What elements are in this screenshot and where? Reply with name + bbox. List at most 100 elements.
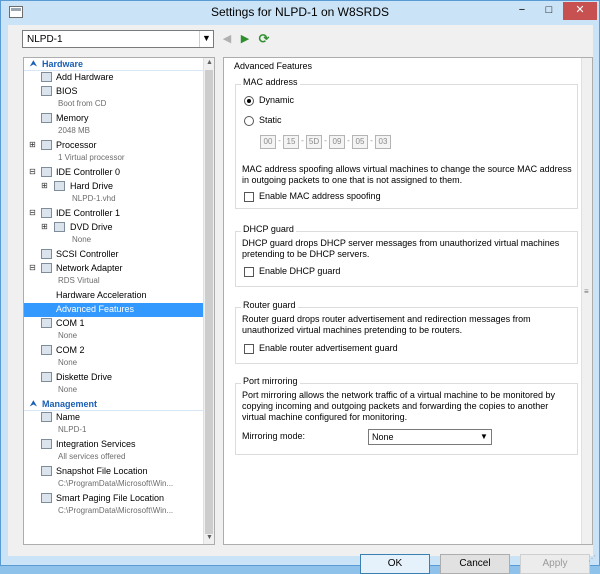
mac-octet-input[interactable]: 09	[329, 135, 345, 149]
hard-drive-icon	[54, 181, 65, 191]
tree-item-hardware-acceleration[interactable]: Hardware Acceleration	[24, 289, 203, 303]
port-mirroring-description-line-2: copying incoming and outgoing packets an…	[242, 401, 549, 411]
tree-item-diskette-drive[interactable]: Diskette Drive None	[24, 371, 203, 398]
mac-octet-separator: -	[370, 136, 373, 145]
tree-scrollbar[interactable]: ▲ ▼	[203, 58, 214, 544]
minimize-button[interactable]: −	[509, 2, 535, 20]
maximize-button[interactable]: □	[536, 2, 562, 20]
diskette-icon	[41, 372, 52, 382]
dhcp-guard-group-label: DHCP guard	[241, 224, 296, 234]
settings-tree: ⮝ Hardware Add Hardware BIOS Boot from C…	[23, 57, 215, 545]
cancel-button[interactable]: Cancel	[440, 554, 510, 574]
mac-octet-input[interactable]: 05	[352, 135, 368, 149]
category-hardware[interactable]: ⮝ Hardware	[24, 58, 203, 71]
mac-octet-separator: -	[278, 136, 281, 145]
tree-item-label: IDE Controller 1	[56, 208, 121, 218]
tree-item-smart-paging-file-location[interactable]: Smart Paging File Location C:\ProgramDat…	[24, 492, 203, 519]
ok-button[interactable]: OK	[360, 554, 430, 574]
chevron-down-icon[interactable]: ▼	[199, 31, 213, 47]
tree-item-label: Processor	[56, 140, 97, 150]
tree-item-label: Integration Services	[56, 439, 136, 449]
vm-selector[interactable]: NLPD-1 ▼	[22, 30, 214, 48]
router-guard-checkbox[interactable]	[244, 344, 254, 354]
tree-item-label: Add Hardware	[56, 72, 114, 82]
vm-selector-value: NLPD-1	[27, 34, 63, 45]
collapse-minus-icon[interactable]: ⊟	[29, 167, 36, 176]
close-button[interactable]: ✕	[563, 2, 597, 20]
tree-item-label: Smart Paging File Location	[56, 493, 165, 503]
mirroring-mode-select[interactable]: None ▼	[368, 429, 492, 445]
tree-item-label: Hardware Acceleration	[56, 290, 147, 300]
tree-item-hard-drive[interactable]: ⊞ Hard Drive NLPD-1.vhd	[24, 180, 203, 207]
tree-item-memory[interactable]: Memory 2048 MB	[24, 112, 203, 139]
dynamic-radio[interactable]	[244, 96, 254, 106]
tree-item-detail: 1 Virtual processor	[58, 153, 125, 162]
mac-octet-input[interactable]: 00	[260, 135, 276, 149]
tree-item-integration-services[interactable]: Integration Services All services offere…	[24, 438, 203, 465]
tree-item-detail: RDS Virtual	[58, 276, 100, 285]
category-management[interactable]: ⮝ Management	[24, 398, 203, 411]
tree-item-processor[interactable]: ⊞ Processor 1 Virtual processor	[24, 139, 203, 166]
refresh-icon[interactable]: ⟳	[257, 32, 271, 46]
port-mirroring-description-line-3: virtual machine configured for monitorin…	[242, 412, 408, 422]
dhcp-guard-checkbox[interactable]	[244, 267, 254, 277]
tree-item-label: Hard Drive	[70, 181, 114, 191]
mac-spoofing-description-line-2: in outgoing packets to one that is not a…	[242, 175, 463, 185]
tree-item-name[interactable]: Name NLPD-1	[24, 411, 203, 438]
tree-item-advanced-features[interactable]: Advanced Features	[24, 303, 203, 317]
collapse-chevron-icon[interactable]: ⮝	[30, 399, 37, 409]
chevron-down-icon[interactable]: ▼	[477, 430, 491, 444]
tree-item-ide-controller-0[interactable]: ⊟ IDE Controller 0	[24, 166, 203, 180]
apply-button[interactable]: Apply	[520, 554, 590, 574]
collapse-minus-icon[interactable]: ⊟	[29, 263, 36, 272]
mac-spoofing-checkbox[interactable]	[244, 192, 254, 202]
mac-address-group-label: MAC address	[241, 77, 300, 87]
com-port-icon	[41, 345, 52, 355]
port-mirroring-group: Port mirroring Port mirroring allows the…	[235, 376, 578, 455]
dhcp-guard-checkbox-label: Enable DHCP guard	[259, 266, 341, 276]
mac-octet-input[interactable]: 03	[375, 135, 391, 149]
tree-item-dvd-drive[interactable]: ⊞ DVD Drive None	[24, 221, 203, 248]
tree-item-com-1[interactable]: COM 1 None	[24, 317, 203, 344]
scroll-grip-icon[interactable]: ≡	[584, 287, 589, 296]
tree-item-detail: 2048 MB	[58, 126, 91, 135]
tree-item-bios[interactable]: BIOS Boot from CD	[24, 85, 203, 112]
tree-item-detail: None	[58, 385, 78, 394]
resize-grip-icon[interactable]: ⋰	[588, 554, 596, 563]
tree-item-com-2[interactable]: COM 2 None	[24, 344, 203, 371]
scroll-down-icon[interactable]: ▼	[206, 534, 213, 541]
tree-item-ide-controller-1[interactable]: ⊟ IDE Controller 1	[24, 207, 203, 221]
tree-item-scsi-controller[interactable]: SCSI Controller	[24, 248, 203, 262]
tree-item-snapshot-file-location[interactable]: Snapshot File Location C:\ProgramData\Mi…	[24, 465, 203, 492]
port-mirroring-description-line-1: Port mirroring allows the network traffi…	[242, 390, 555, 400]
expand-plus-icon[interactable]: ⊞	[41, 222, 48, 231]
title-bar[interactable]: Settings for NLPD-1 on W8SRDS − □ ✕	[1, 1, 599, 25]
mac-spoofing-description-line-1: MAC address spoofing allows virtual mach…	[242, 164, 572, 174]
collapse-chevron-icon[interactable]: ⮝	[30, 59, 37, 69]
router-guard-group-label: Router guard	[241, 300, 298, 310]
settings-window: Settings for NLPD-1 on W8SRDS − □ ✕ NLPD…	[0, 0, 600, 574]
category-management-label: Management	[42, 399, 98, 409]
expand-plus-icon[interactable]: ⊞	[41, 181, 48, 190]
forward-arrow-icon[interactable]: ▶	[238, 32, 252, 46]
panel-scrollbar[interactable]: ≡	[581, 58, 592, 544]
tree-item-label: Memory	[56, 113, 89, 123]
tree-item-label: Name	[56, 412, 81, 422]
mac-octet-input[interactable]: 15	[283, 135, 299, 149]
tree-scroll-thumb[interactable]	[205, 70, 213, 534]
tree-item-network-adapter[interactable]: ⊟ Network Adapter RDS Virtual	[24, 262, 203, 289]
com-port-icon	[41, 318, 52, 328]
scroll-up-icon[interactable]: ▲	[206, 59, 213, 66]
panel-title: Advanced Features	[234, 61, 313, 71]
tree-item-label: Advanced Features	[56, 304, 135, 314]
tree-item-add-hardware[interactable]: Add Hardware	[24, 71, 203, 85]
mac-octet-input[interactable]: 5D	[306, 135, 322, 149]
tree-item-label: IDE Controller 0	[56, 167, 121, 177]
tree-item-detail: None	[58, 331, 78, 340]
static-radio[interactable]	[244, 116, 254, 126]
tree-item-detail: All services offered	[58, 452, 126, 461]
collapse-minus-icon[interactable]: ⊟	[29, 208, 36, 217]
tree-item-detail: C:\ProgramData\Microsoft\Win...	[58, 506, 174, 515]
back-arrow-icon[interactable]: ◀	[220, 32, 234, 46]
expand-plus-icon[interactable]: ⊞	[29, 140, 36, 149]
